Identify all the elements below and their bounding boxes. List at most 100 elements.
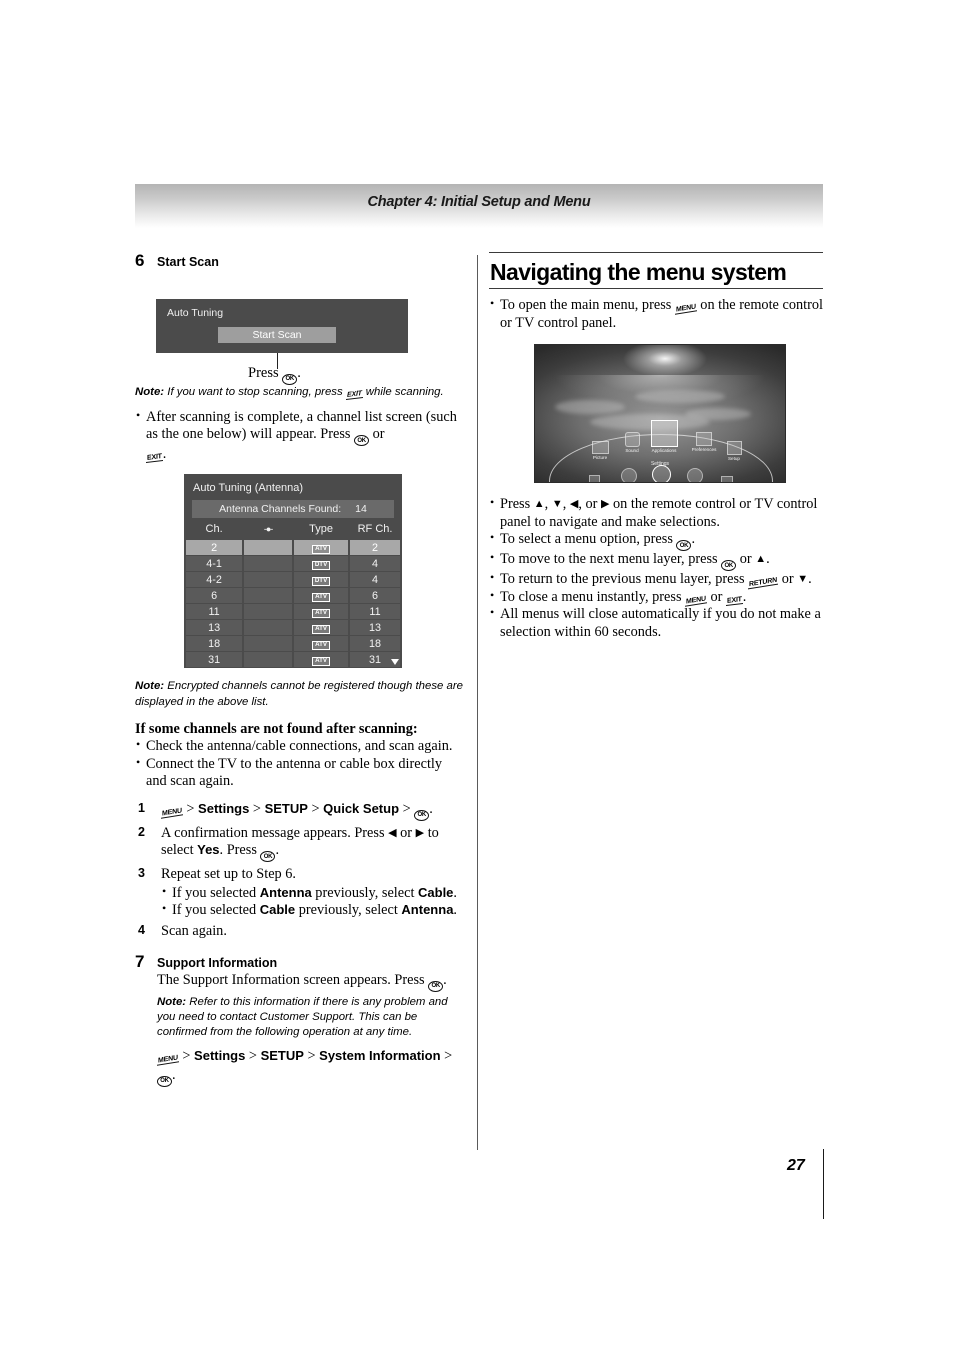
table-row[interactable]: 6 ATV 6 xyxy=(186,588,400,604)
or-label: or xyxy=(781,571,794,588)
cell-rf-ch: 13 xyxy=(350,620,400,636)
auto-tuning-dialog-title: Auto Tuning xyxy=(167,306,224,319)
down-arrow-icon: ▼ xyxy=(797,573,809,586)
step-number: 4 xyxy=(138,923,145,938)
tv-menu-item-setup[interactable]: Setup xyxy=(715,441,753,461)
tv-menu-label: Applications xyxy=(651,448,677,454)
lower-icon-2[interactable] xyxy=(621,468,637,483)
cell-rf-ch: 4 xyxy=(350,572,400,588)
note-support-information: Note: Refer to this information if there… xyxy=(157,995,465,1040)
or-label: or xyxy=(710,588,723,605)
ok-icon: OK xyxy=(414,809,430,821)
separator: > xyxy=(311,800,320,817)
cell-lock xyxy=(244,588,292,604)
left-arrow-icon: ◀ xyxy=(388,826,397,839)
down-arrow-icon: ▼ xyxy=(551,498,563,511)
sub-bold-antenna: Antenna xyxy=(259,884,312,900)
preferences-icon xyxy=(696,432,712,447)
tv-menu-label: Picture xyxy=(592,455,608,461)
note-label: Note: xyxy=(157,995,187,1008)
table-row[interactable]: 31 ATV 31 xyxy=(186,652,400,668)
separator: > xyxy=(186,800,195,817)
note-label: Note: xyxy=(135,680,165,693)
cell-ch: 31 xyxy=(186,652,243,668)
step-6-number: 6 xyxy=(135,251,145,270)
col-header-ch: Ch. xyxy=(205,523,223,536)
table-row[interactable]: 18 ATV 18 xyxy=(186,636,400,652)
tv-menu-figure: Picture Sound Applications Preferences S… xyxy=(489,344,823,496)
setup-icon xyxy=(726,441,742,456)
system-information-path: MENU > Settings > SETUP > System Informa… xyxy=(157,1047,465,1087)
separator: > xyxy=(402,800,411,817)
separator: > xyxy=(182,1047,191,1064)
navigation-bullets: Press ▲, ▼, ◀, or ▶ on the remote contro… xyxy=(489,495,823,641)
lower-icon-4[interactable] xyxy=(687,468,703,483)
page-header-band: Chapter 4: Initial Setup and Menu xyxy=(135,184,823,228)
table-row[interactable]: 4-2 DTV 4 xyxy=(186,572,400,588)
scroll-down-arrow-icon[interactable] xyxy=(391,659,399,666)
period: . xyxy=(162,446,167,463)
left-column: 6 Start Scan Auto Tuning Start Scan Pres… xyxy=(135,251,465,1087)
tv-menu-item-applications[interactable]: Applications xyxy=(642,420,686,453)
type-badge-dtv-icon: DTV xyxy=(311,560,331,571)
text: Press xyxy=(500,496,531,513)
rescan-step-1: 1 MENU > Settings > SETUP > Quick Setup … xyxy=(135,801,465,821)
table-row[interactable]: 13 ATV 13 xyxy=(186,620,400,636)
cell-rf-ch: 2 xyxy=(350,540,400,556)
after-scan-text: After scanning is complete, a channel li… xyxy=(146,408,457,443)
list-item: Check the antenna/cable connections, and… xyxy=(135,737,465,755)
lower-icon-5[interactable] xyxy=(721,476,733,483)
text: All menus will close automatically if yo… xyxy=(500,606,821,641)
menu-icon: MENU xyxy=(161,806,183,819)
sub-text-e: . xyxy=(453,884,457,901)
table-row[interactable]: 2 ATV 2 xyxy=(186,540,400,556)
cell-ch: 2 xyxy=(186,540,243,556)
table-row[interactable]: 4-1 DTV 4 xyxy=(186,556,400,572)
type-badge-atv-icon: ATV xyxy=(312,544,330,555)
footer-rule xyxy=(823,1149,824,1219)
ok-icon: OK xyxy=(721,560,737,572)
separator: > xyxy=(444,1047,453,1064)
channels-found-banner: Antenna Channels Found: 14 xyxy=(192,500,394,519)
cell-rf-ch: 4 xyxy=(350,556,400,572)
col-header-lock-icon: -●- xyxy=(244,521,292,539)
cell-type: ATV xyxy=(293,652,349,668)
channel-table-title: Auto Tuning (Antenna) xyxy=(193,482,304,495)
or-label: or xyxy=(400,824,413,841)
rescan-step-2: 2 A confirmation message appears. Press … xyxy=(135,824,465,863)
ok-icon: OK xyxy=(428,980,444,992)
open-menu-bullets: To open the main menu, press MENU on the… xyxy=(489,296,823,332)
type-badge-dtv-icon: DTV xyxy=(311,576,331,587)
exit-icon: EXIT xyxy=(725,595,743,606)
yes-label: Yes xyxy=(197,842,220,858)
tv-menu-lower-row xyxy=(535,465,785,483)
ok-icon: OK xyxy=(354,435,370,447)
type-badge-atv-icon: ATV xyxy=(312,656,330,667)
cell-ch: 13 xyxy=(186,620,243,636)
period: . xyxy=(691,531,696,548)
sub-text-a: If you selected xyxy=(172,884,260,901)
table-row[interactable]: 11 ATV 11 xyxy=(186,604,400,620)
section-rule-bottom xyxy=(489,288,823,289)
ok-icon: OK xyxy=(260,851,276,863)
list-item: If you selected Cable previously, select… xyxy=(161,901,465,919)
type-badge-atv-icon: ATV xyxy=(312,592,330,603)
note-text: Refer to this information if there is an… xyxy=(157,995,448,1038)
sub-text-a: If you selected xyxy=(172,901,260,918)
menu-icon: MENU xyxy=(157,1054,179,1066)
lower-icon-1[interactable] xyxy=(589,475,600,483)
bullet-select-option: To select a menu option, press OK. xyxy=(489,530,823,552)
cloud-shape xyxy=(555,399,625,414)
lower-icon-3-selected[interactable] xyxy=(652,465,671,483)
text: To move to the next menu layer, press xyxy=(500,551,718,568)
step-number: 2 xyxy=(138,824,145,839)
path-quick-setup: Quick Setup xyxy=(323,800,400,816)
start-scan-button[interactable]: Start Scan xyxy=(218,326,336,343)
path-system-information: System Information xyxy=(319,1047,441,1063)
exit-icon: EXIT xyxy=(345,389,363,400)
path-setup: SETUP xyxy=(260,1047,304,1063)
channels-found-count: 14 xyxy=(355,503,367,516)
tv-menu-screenshot: Picture Sound Applications Preferences S… xyxy=(534,344,786,484)
cell-ch: 18 xyxy=(186,636,243,652)
open-menu-bullet: To open the main menu, press MENU on the… xyxy=(489,296,823,332)
